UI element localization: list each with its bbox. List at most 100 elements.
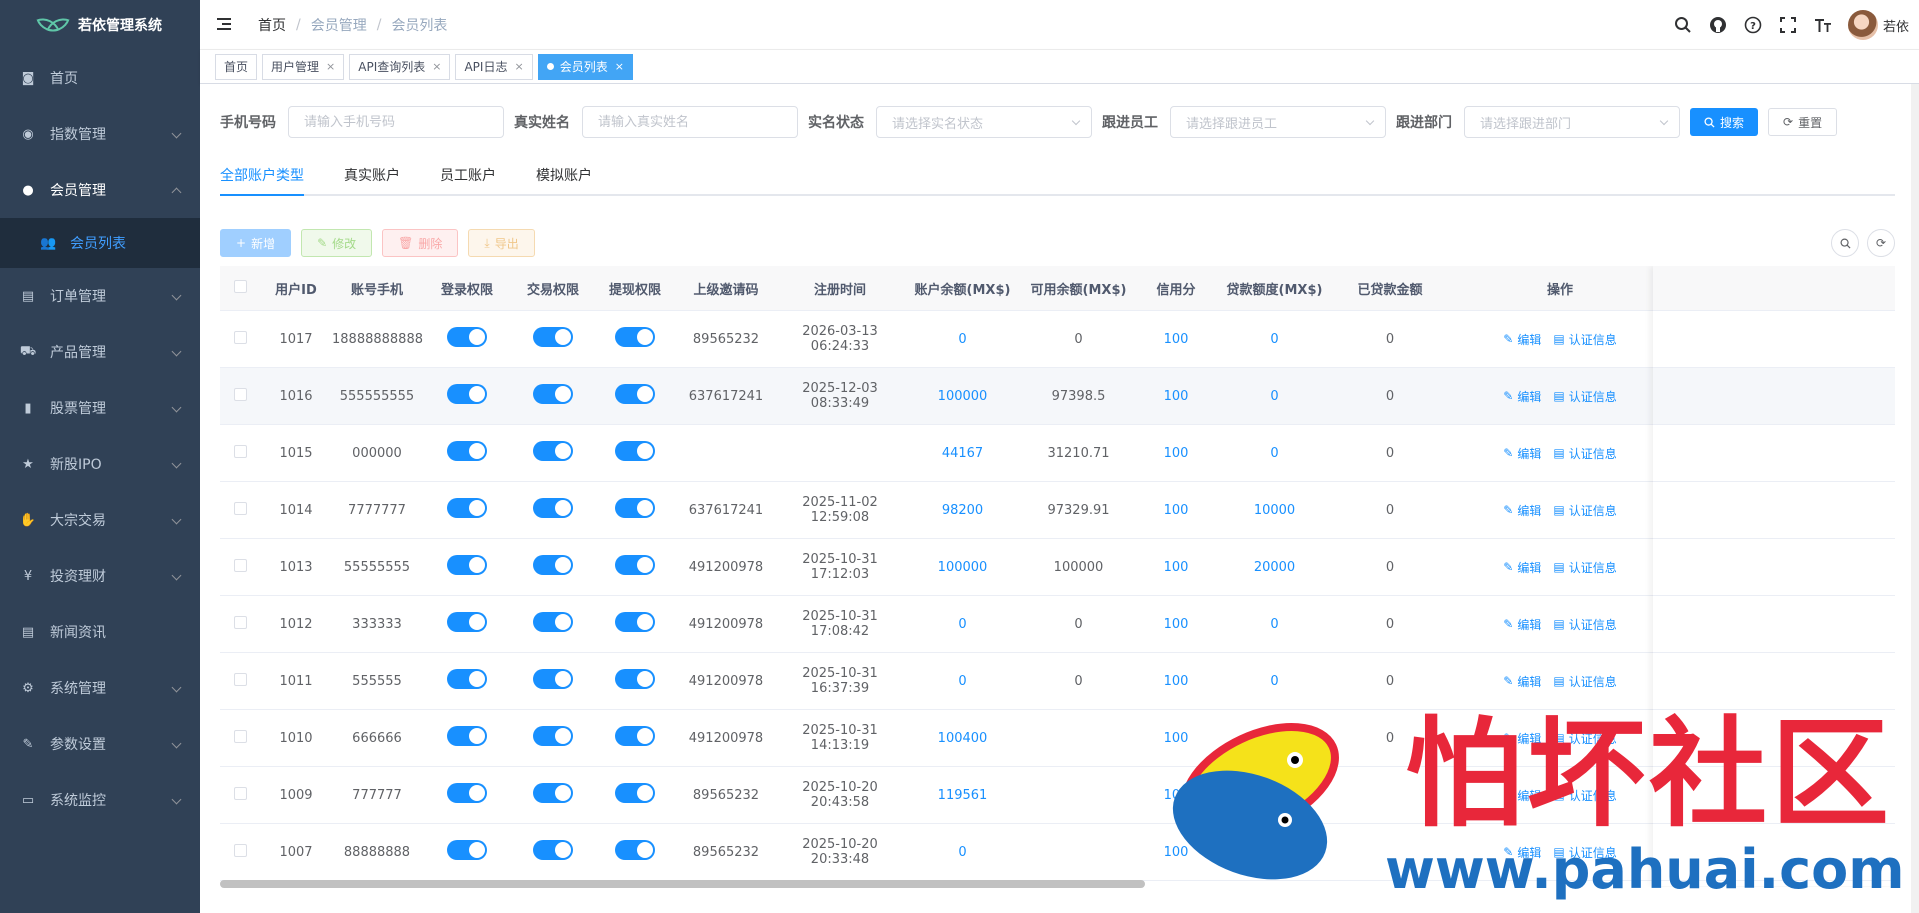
cell-balance[interactable]: 44167 [904, 446, 1021, 461]
fullscreen-icon[interactable] [1778, 15, 1798, 35]
add-button[interactable]: + 新增 [220, 229, 292, 257]
permission-switch[interactable] [533, 384, 573, 404]
table-row[interactable]: 1013 55555555 491200978 2025-10-31 17:12:03… [220, 539, 1895, 596]
permission-switch[interactable] [447, 498, 487, 518]
user-name[interactable]: 若依 [1883, 16, 1909, 35]
verify-status-select[interactable]: 请选择实名状态 [876, 106, 1092, 138]
permission-switch[interactable] [615, 612, 655, 632]
row-checkbox[interactable] [233, 786, 247, 800]
delete-button[interactable]: 🗑 删除 [382, 229, 459, 257]
row-verify-button[interactable]: ▤ 认证信息 [1553, 331, 1616, 348]
row-edit-button[interactable]: ✎ 编辑 [1503, 616, 1541, 633]
row-edit-button[interactable]: ✎ 编辑 [1503, 787, 1541, 804]
tag-item[interactable]: 会员列表 × [537, 53, 633, 80]
row-verify-button[interactable]: ▤ 认证信息 [1553, 730, 1616, 747]
staff-select[interactable]: 请选择跟进员工 [1170, 106, 1386, 138]
row-edit-button[interactable]: ✎ 编辑 [1503, 730, 1541, 747]
close-icon[interactable]: × [514, 60, 523, 73]
cell-loan_limit[interactable]: 0 [1216, 332, 1333, 347]
permission-switch[interactable] [615, 498, 655, 518]
search-icon[interactable] [1673, 15, 1693, 35]
permission-switch[interactable] [533, 840, 573, 860]
cell-balance[interactable]: 0 [904, 617, 1021, 632]
row-checkbox[interactable] [233, 330, 247, 344]
sidebar-item[interactable]: ◙ 首页 [0, 50, 200, 106]
cell-loan_limit[interactable]: 20000 [1216, 560, 1333, 575]
table-row[interactable]: 1017 18888888888 89565232 2026-03-13 06:24:… [220, 311, 1895, 368]
sidebar-item[interactable]: ⚙ 系统管理 [0, 660, 200, 716]
permission-switch[interactable] [533, 441, 573, 461]
cell-balance[interactable]: 0 [904, 332, 1021, 347]
permission-switch[interactable] [447, 327, 487, 347]
cell-credit[interactable]: 100 [1136, 845, 1216, 860]
cell-balance[interactable]: 98200 [904, 503, 1021, 518]
reset-button[interactable]: ⟳ 重置 [1768, 108, 1838, 136]
account-tab[interactable]: 员工账户 [420, 156, 516, 194]
permission-switch[interactable] [447, 384, 487, 404]
account-tab[interactable]: 全部账户类型 [220, 156, 324, 196]
cell-credit[interactable]: 100 [1136, 560, 1216, 575]
sidebar-item[interactable]: ✎ 参数设置 [0, 716, 200, 772]
permission-switch[interactable] [447, 783, 487, 803]
row-edit-button[interactable]: ✎ 编辑 [1503, 388, 1541, 405]
sidebar-item[interactable]: ● 会员管理 [0, 162, 200, 218]
sidebar-item[interactable]: ▤ 订单管理 [0, 268, 200, 324]
permission-switch[interactable] [533, 669, 573, 689]
row-verify-button[interactable]: ▤ 认证信息 [1553, 445, 1616, 462]
sidebar-subitem-member-list[interactable]: 👥 会员列表 [0, 218, 200, 268]
cell-loan_limit[interactable]: 10000 [1216, 503, 1333, 518]
table-row[interactable]: 1011 555555 491200978 2025-10-31 16:37:39 0 0… [220, 653, 1895, 710]
edit-button[interactable]: ✎ 修改 [301, 229, 373, 257]
horizontal-scrollbar[interactable] [220, 880, 1895, 888]
breadcrumb-home[interactable]: 首页 [258, 15, 286, 35]
refresh-button[interactable]: ⟳ [1867, 229, 1895, 257]
permission-switch[interactable] [447, 612, 487, 632]
cell-credit[interactable]: 100 [1136, 731, 1216, 746]
permission-switch[interactable] [615, 783, 655, 803]
cell-credit[interactable]: 100 [1136, 617, 1216, 632]
search-button[interactable]: 搜索 [1690, 108, 1759, 136]
row-checkbox[interactable] [233, 558, 247, 572]
row-edit-button[interactable]: ✎ 编辑 [1503, 673, 1541, 690]
cell-balance[interactable]: 100000 [904, 560, 1021, 575]
sidebar-item[interactable]: ✋ 大宗交易 [0, 492, 200, 548]
row-verify-button[interactable]: ▤ 认证信息 [1553, 559, 1616, 576]
sidebar-item[interactable]: ▮ 股票管理 [0, 380, 200, 436]
permission-switch[interactable] [615, 840, 655, 860]
row-verify-button[interactable]: ▤ 认证信息 [1553, 673, 1616, 690]
permission-switch[interactable] [615, 726, 655, 746]
font-size-icon[interactable] [1813, 15, 1833, 35]
cell-credit[interactable]: 100 [1136, 674, 1216, 689]
table-row[interactable]: 1009 777777 89565232 2025-10-20 20:43:58 119… [220, 767, 1895, 824]
cell-loan_limit[interactable]: 0 [1216, 617, 1333, 632]
dept-select[interactable]: 请选择跟进部门 [1464, 106, 1680, 138]
account-tab[interactable]: 真实账户 [324, 156, 420, 194]
permission-switch[interactable] [615, 669, 655, 689]
tag-item[interactable]: 用户管理 × [262, 53, 345, 80]
permission-switch[interactable] [533, 726, 573, 746]
cell-credit[interactable]: 100 [1136, 446, 1216, 461]
row-edit-button[interactable]: ✎ 编辑 [1503, 844, 1541, 861]
account-tab[interactable]: 模拟账户 [516, 156, 612, 194]
cell-credit[interactable]: 100 [1136, 332, 1216, 347]
permission-switch[interactable] [533, 612, 573, 632]
permission-switch[interactable] [533, 327, 573, 347]
tag-item[interactable]: 首页 [215, 53, 258, 80]
row-verify-button[interactable]: ▤ 认证信息 [1553, 787, 1616, 804]
table-row[interactable]: 1012 333333 491200978 2025-10-31 17:08:42 0 0… [220, 596, 1895, 653]
phone-input[interactable] [288, 106, 504, 138]
row-checkbox[interactable] [233, 672, 247, 686]
cell-balance[interactable]: 119561 [904, 788, 1021, 803]
hamburger-icon[interactable] [217, 18, 233, 31]
row-edit-button[interactable]: ✎ 编辑 [1503, 559, 1541, 576]
select-all-checkbox[interactable] [233, 279, 247, 293]
sidebar-item[interactable]: ★ 新股IPO [0, 436, 200, 492]
permission-switch[interactable] [533, 555, 573, 575]
permission-switch[interactable] [533, 783, 573, 803]
vertical-scrollbar[interactable] [1911, 84, 1919, 913]
cell-loan_limit[interactable]: 0 [1216, 446, 1333, 461]
tag-item[interactable]: API查询列表 × [349, 53, 451, 80]
close-icon[interactable]: × [615, 60, 624, 73]
row-verify-button[interactable]: ▤ 认证信息 [1553, 844, 1616, 861]
row-checkbox[interactable] [233, 843, 247, 857]
